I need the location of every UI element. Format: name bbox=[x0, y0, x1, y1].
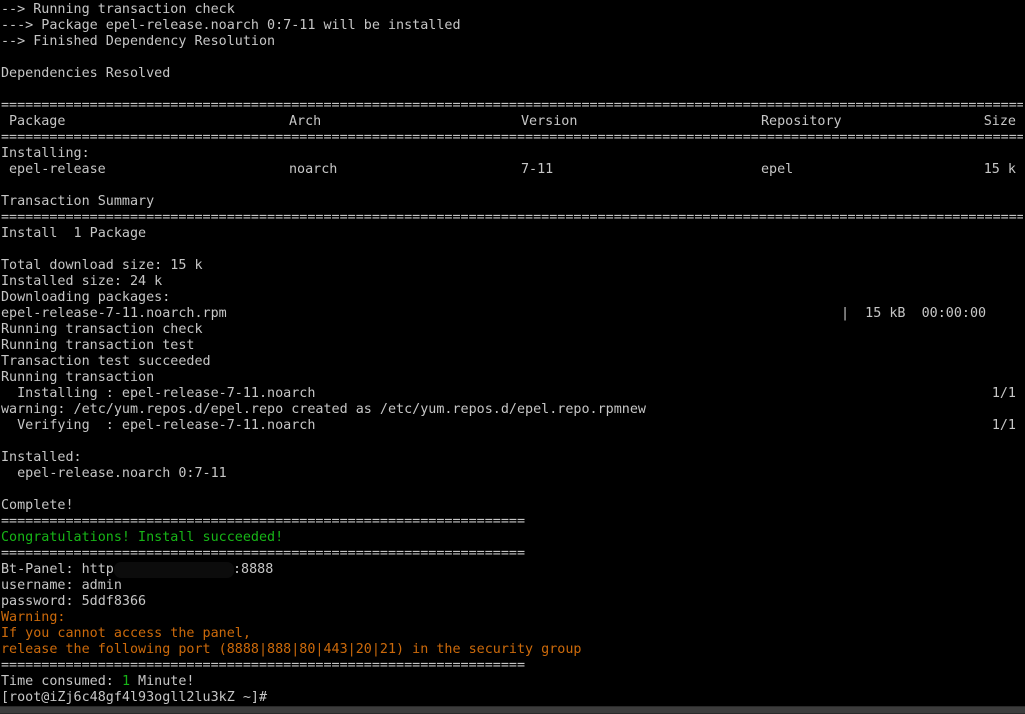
horizontal-scrollbar[interactable] bbox=[0, 706, 1025, 714]
output-line: Running transaction check bbox=[1, 322, 203, 337]
output-line: epel-release-7-11.noarch.rpm bbox=[1, 306, 227, 321]
output-line: Install 1 Package bbox=[1, 226, 147, 241]
step-counter: 1/1 bbox=[991, 418, 1016, 433]
step-counter: 1/1 bbox=[991, 386, 1016, 401]
table-cell-repository: epel bbox=[761, 162, 794, 177]
output-line: --> Finished Dependency Resolution bbox=[1, 34, 276, 49]
output-line: Installed: bbox=[1, 450, 82, 465]
output-line: warning: /etc/yum.repos.d/epel.repo crea… bbox=[1, 402, 646, 417]
separator-rule: ========================================… bbox=[1, 210, 1023, 225]
username-line: username: admin bbox=[1, 578, 122, 593]
shell-prompt[interactable]: [root@iZj6c48gf4l93ogll2lu3kZ ~]# bbox=[1, 690, 267, 706]
output-line: Verifying : epel-release-7-11.noarch bbox=[1, 418, 316, 433]
output-line: Total download size: 15 k bbox=[1, 258, 203, 273]
panel-url-port: :8888 bbox=[233, 562, 274, 577]
time-value: 1 bbox=[121, 674, 130, 689]
output-line: Transaction Summary bbox=[1, 194, 155, 209]
warning-text: release the following port (8888|888|80|… bbox=[1, 642, 582, 657]
table-header-version: Version bbox=[521, 114, 578, 129]
output-line: --> Running transaction check bbox=[1, 2, 235, 17]
warning-text: If you cannot access the panel, bbox=[1, 626, 251, 641]
table-header-package: Package bbox=[9, 114, 66, 129]
output-line: Installing: bbox=[1, 146, 90, 161]
table-header-size: Size bbox=[983, 114, 1016, 129]
time-consumed-line: Time consumed: 1 Minute! bbox=[1, 674, 195, 690]
terminal-window[interactable]: --> Running transaction check ---> Packa… bbox=[0, 0, 1025, 706]
output-line: Running transaction test bbox=[1, 338, 195, 353]
success-message: Congratulations! Install succeeded! bbox=[1, 530, 284, 545]
output-line: Dependencies Resolved bbox=[1, 66, 171, 81]
separator-rule: ========================================… bbox=[1, 98, 1023, 113]
separator-rule: ========================================… bbox=[1, 514, 526, 529]
table-cell-size: 15 k bbox=[983, 162, 1016, 177]
table-header-repository: Repository bbox=[761, 114, 842, 129]
separator-rule: ========================================… bbox=[1, 130, 1023, 145]
time-unit: Minute! bbox=[130, 674, 195, 689]
warning-label: Warning: bbox=[1, 610, 66, 625]
separator-rule: ========================================… bbox=[1, 546, 526, 561]
table-cell-package: epel-release bbox=[9, 162, 106, 177]
panel-url-label: Bt-Panel: http bbox=[1, 562, 114, 577]
table-cell-version: 7-11 bbox=[521, 162, 554, 177]
output-line: Downloading packages: bbox=[1, 290, 171, 305]
output-line: Transaction test succeeded bbox=[1, 354, 211, 369]
output-line: epel-release.noarch 0:7-11 bbox=[1, 466, 227, 481]
output-line: ---> Package epel-release.noarch 0:7-11 … bbox=[1, 18, 461, 33]
download-progress: | 15 kB 00:00:00 bbox=[841, 306, 987, 321]
scrollbar-thumb[interactable] bbox=[0, 707, 1025, 713]
output-line: Running transaction bbox=[1, 370, 155, 385]
separator-rule: ========================================… bbox=[1, 658, 526, 673]
table-header-arch: Arch bbox=[289, 114, 322, 129]
redacted-address bbox=[114, 562, 234, 578]
output-line: Installed size: 24 k bbox=[1, 274, 163, 289]
table-cell-arch: noarch bbox=[289, 162, 338, 177]
password-line: password: 5ddf8366 bbox=[1, 594, 147, 609]
time-label: Time consumed: bbox=[1, 674, 122, 689]
output-line: Complete! bbox=[1, 498, 74, 513]
output-line: Installing : epel-release-7-11.noarch bbox=[1, 386, 316, 401]
